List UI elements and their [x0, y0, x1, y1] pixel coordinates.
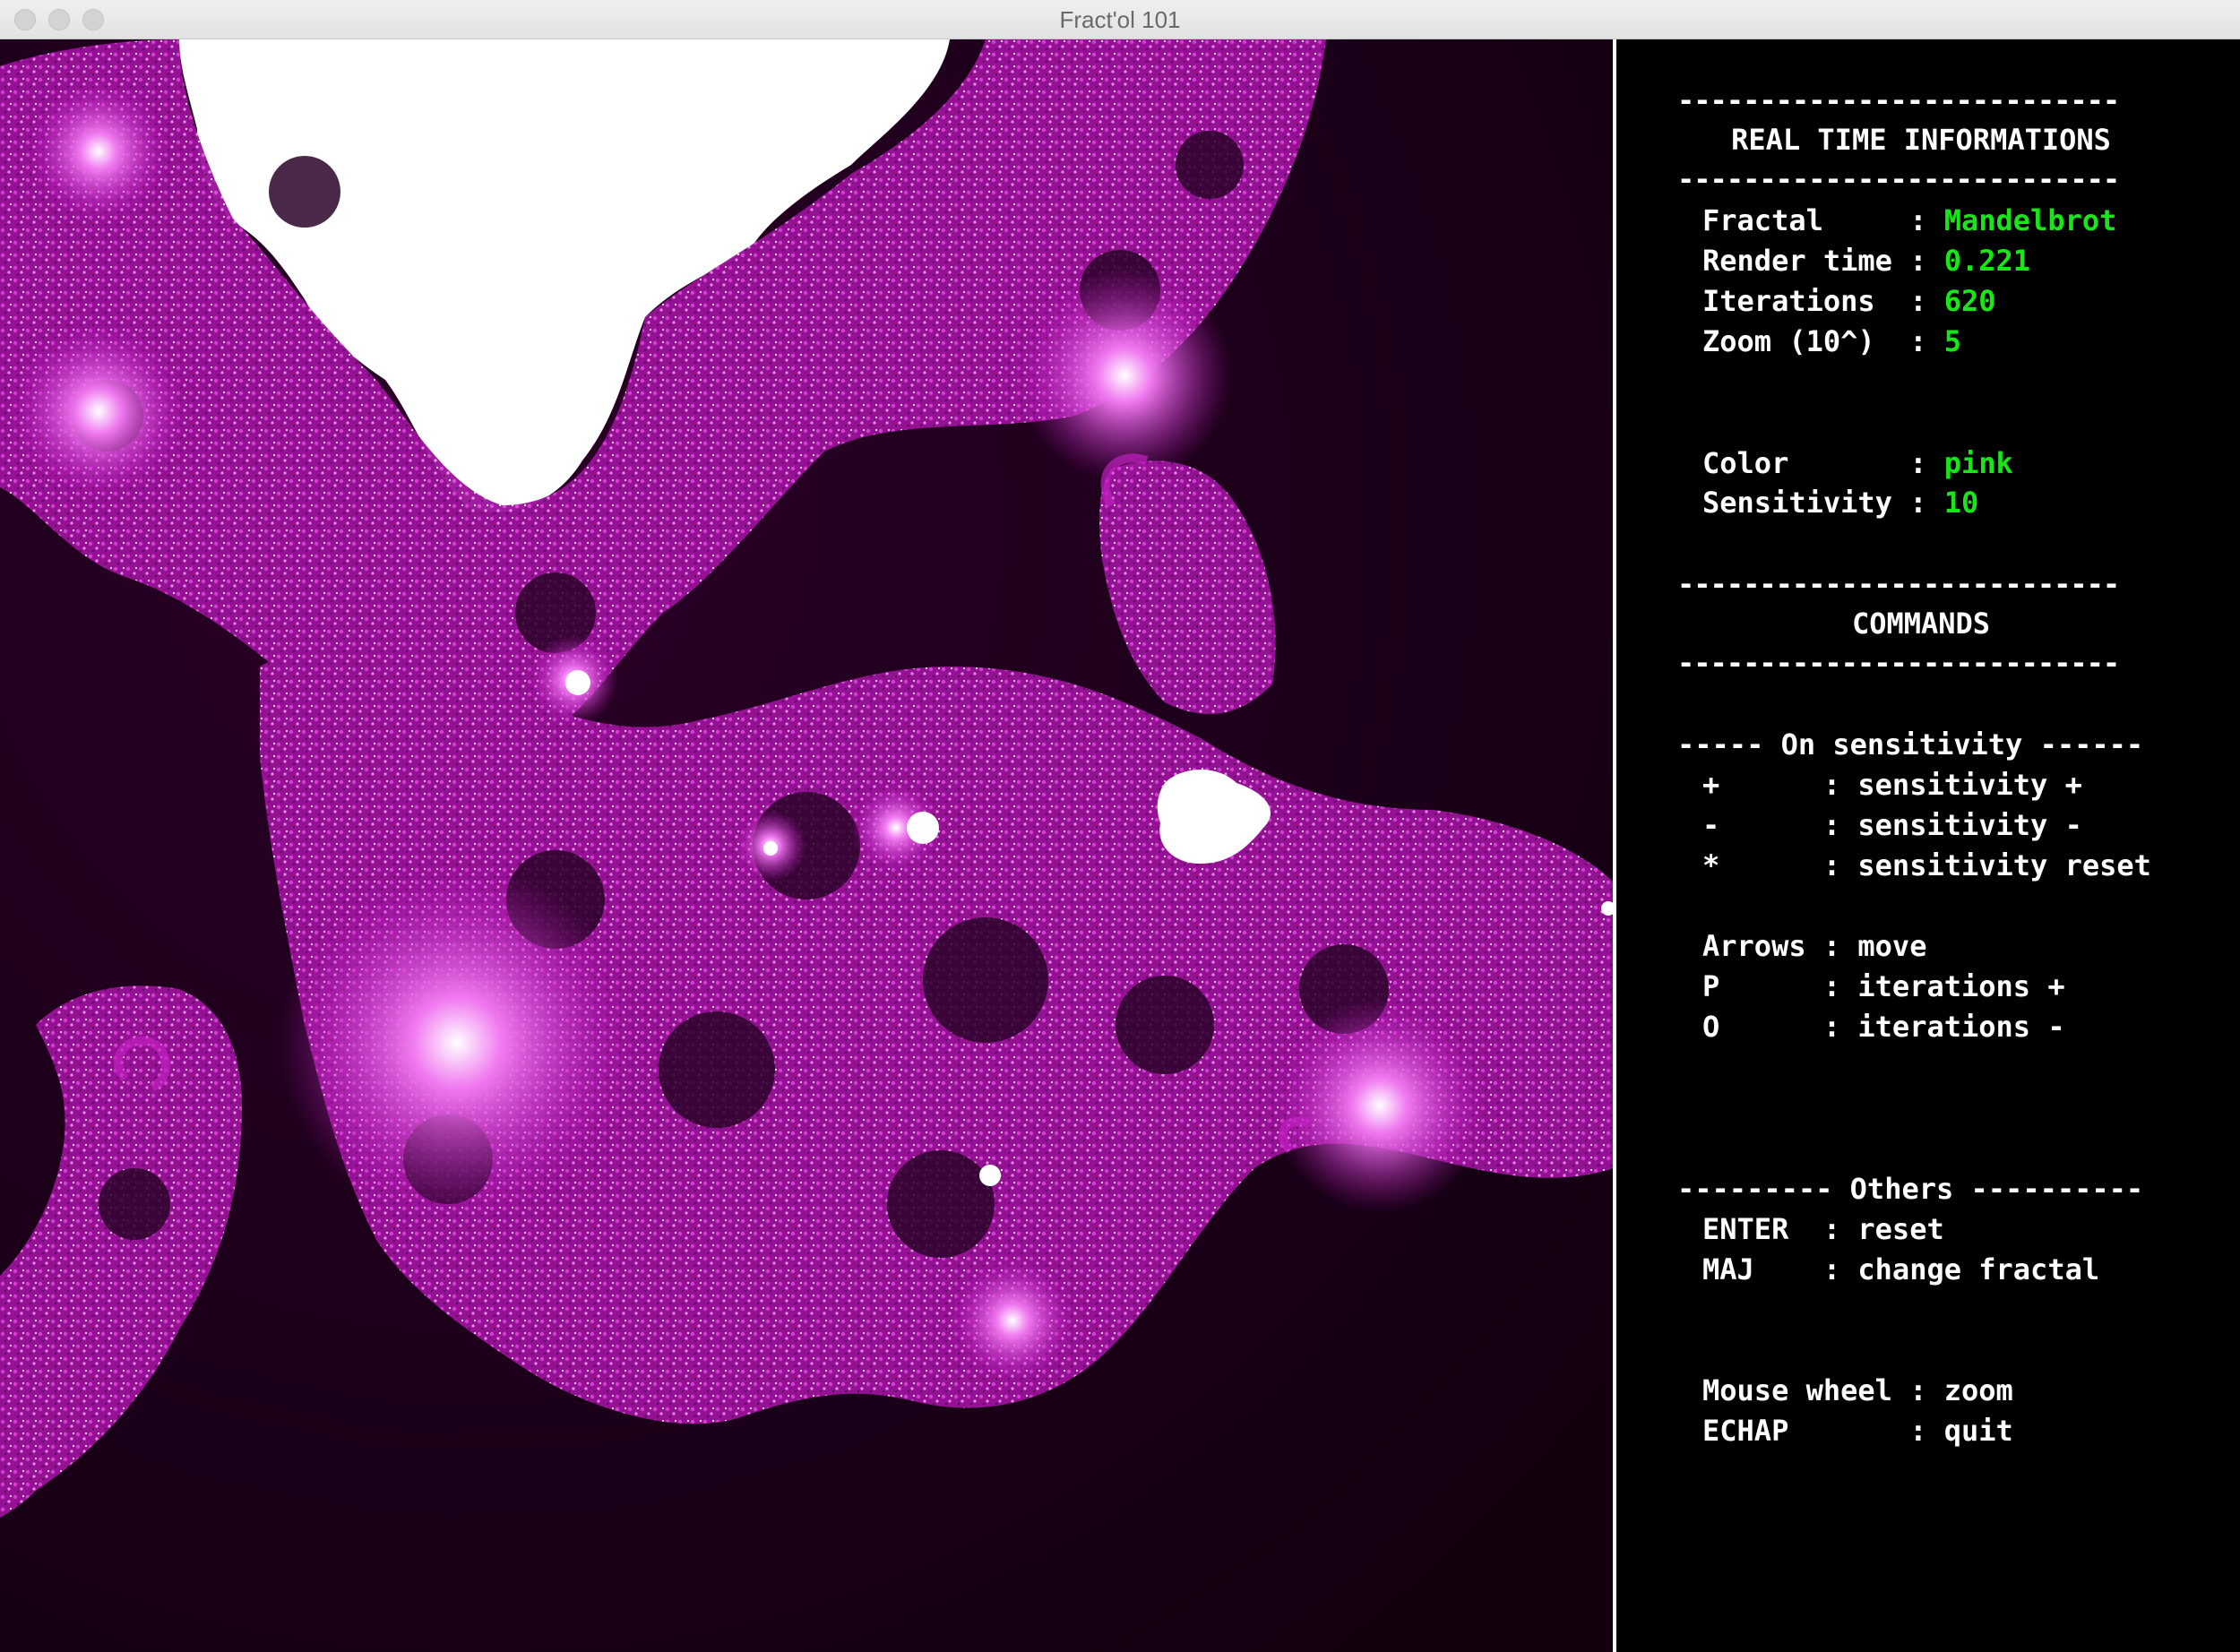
info-row-color: Color : pink — [1702, 446, 2013, 480]
separator-commands-bottom: --------------------------- — [1677, 646, 2120, 680]
command-sensitivity-minus: - : sensitivity - — [1702, 808, 2082, 842]
app-window: Fract'ol 101 ---------------------------… — [0, 0, 2240, 1652]
command-arrows: Arrows : move — [1702, 929, 1927, 963]
info-row-fractal: Fractal : Mandelbrot — [1702, 203, 2117, 237]
separator-commands-top: --------------------------- — [1677, 567, 2120, 601]
command-sensitivity-reset: * : sensitivity reset — [1702, 848, 2151, 882]
sensitivity-value: 10 — [1943, 486, 1979, 520]
command-maj: MAJ : change fractal — [1702, 1252, 2100, 1286]
fractal-value: Mandelbrot — [1943, 203, 2117, 237]
fractal-render — [0, 39, 1613, 1652]
zoom-value: 5 — [1943, 324, 1961, 358]
iterations-value: 620 — [1943, 284, 1996, 318]
separator-top: --------------------------- — [1677, 83, 2120, 117]
info-row-sensitivity: Sensitivity : 10 — [1702, 486, 1979, 520]
info-row-iterations: Iterations : 620 — [1702, 284, 1996, 318]
render-time-value: 0.221 — [1943, 244, 2031, 278]
fractal-canvas[interactable] — [0, 39, 1613, 1652]
separator-realtime: --------------------------- — [1677, 162, 2120, 196]
info-row-zoom: Zoom (10^) : 5 — [1702, 324, 1961, 358]
command-iterations-plus: P : iterations + — [1702, 969, 2065, 1003]
title-bar: Fract'ol 101 — [0, 0, 2240, 39]
sensitivity-section-header: ----- On sensitivity ------ — [1677, 727, 2144, 761]
window-title: Fract'ol 101 — [1059, 6, 1181, 33]
command-enter: ENTER : reset — [1702, 1212, 1944, 1246]
command-mouse-wheel: Mouse wheel : zoom — [1702, 1373, 2013, 1407]
command-sensitivity-plus: + : sensitivity + — [1702, 768, 2082, 802]
realtime-header: REAL TIME INFORMATIONS — [1731, 123, 2111, 157]
commands-header: COMMANDS — [1851, 607, 1991, 641]
color-value: pink — [1943, 446, 2013, 480]
info-panel: --------------------------- REAL TIME IN… — [1616, 39, 2240, 1652]
command-echap: ECHAP : quit — [1702, 1414, 2013, 1448]
others-section-header: --------- Others ---------- — [1677, 1172, 2144, 1206]
command-iterations-minus: O : iterations - — [1702, 1010, 2065, 1044]
info-row-render-time: Render time : 0.221 — [1702, 244, 2031, 278]
